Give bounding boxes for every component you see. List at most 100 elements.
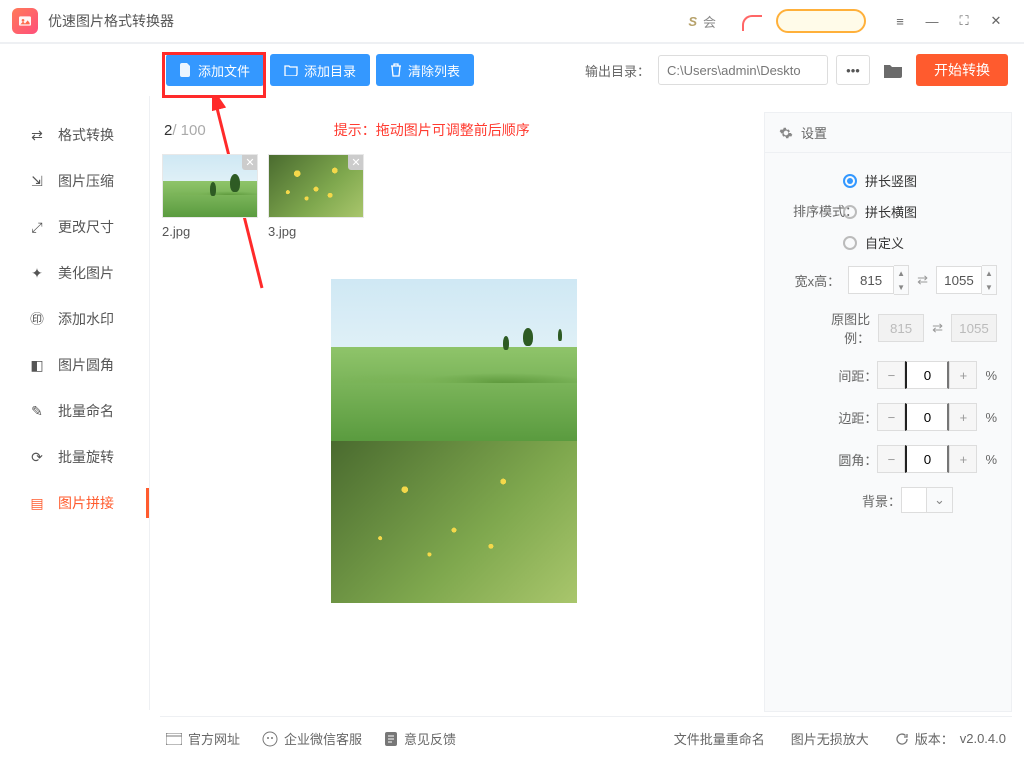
sidebar-item-4[interactable]: ㊞添加水印 <box>0 296 149 342</box>
browse-button[interactable]: ••• <box>836 55 870 85</box>
sidebar-label-8: 图片拼接 <box>58 493 114 513</box>
add-folder-label: 添加目录 <box>304 61 356 80</box>
layout-radio-2[interactable]: 自定义 <box>843 233 963 252</box>
thumb-image-0[interactable]: ✕ <box>162 154 258 218</box>
margin-unit: % <box>985 410 997 425</box>
height-spinner[interactable]: ▲▼ <box>936 265 997 295</box>
close-button[interactable]: ✕ <box>980 5 1012 37</box>
menu-button[interactable]: ≡ <box>884 5 916 37</box>
bg-color-dropdown[interactable]: ⌄ <box>927 487 953 513</box>
radius-minus[interactable]: − <box>877 445 905 473</box>
swap-icon[interactable]: ⇄ <box>917 272 928 288</box>
radio-circle-0[interactable] <box>843 174 857 188</box>
lossless-zoom-link[interactable]: 图片无损放大 <box>791 729 869 748</box>
sidebar-item-1[interactable]: ⇲图片压缩 <box>0 158 149 204</box>
sidebar-icon-1: ⇲ <box>28 172 46 190</box>
gap-minus[interactable]: − <box>877 361 905 389</box>
width-input[interactable] <box>848 266 894 294</box>
start-convert-button[interactable]: 开始转换 <box>916 54 1008 86</box>
thumb-0[interactable]: ✕2.jpg <box>162 154 258 239</box>
gap-plus[interactable]: + <box>949 361 977 389</box>
add-file-button[interactable]: 添加文件 <box>166 54 264 86</box>
sidebar-item-2[interactable]: ⤢ 更改尺寸 <box>0 204 149 250</box>
width-up[interactable]: ▲ <box>894 266 908 280</box>
bg-label: 背景： <box>845 491 901 510</box>
bg-row: 背景： ⌄ <box>779 487 997 513</box>
width-down[interactable]: ▼ <box>894 280 908 294</box>
sidebar-item-5[interactable]: ◧ 图片圆角 <box>0 342 149 388</box>
hui-label: 会 <box>703 12 716 31</box>
ratio-h-spinner <box>951 314 997 342</box>
thumb-remove-1[interactable]: ✕ <box>348 154 364 170</box>
sidebar-label-5: 图片圆角 <box>58 355 114 375</box>
radio-circle-2[interactable] <box>843 236 857 250</box>
gap-input[interactable] <box>905 361 949 389</box>
settings-panel: 设置 排序模式： 拼长竖图拼长横图自定义 宽x高： ▲▼ ⇄ ▲▼ 原图比例： … <box>764 112 1012 712</box>
refresh-icon <box>895 732 909 746</box>
thumb-name-1: 3.jpg <box>268 224 364 239</box>
clear-list-button[interactable]: 清除列表 <box>376 54 474 86</box>
site-label: 官方网址 <box>188 729 240 748</box>
thumb-1[interactable]: ✕ 3.jpg <box>268 154 364 239</box>
layout-radio-0[interactable]: 拼长竖图 <box>843 171 963 190</box>
sidebar-icon-2: ⤢ <box>28 218 46 236</box>
height-down[interactable]: ▼ <box>982 280 996 294</box>
thumb-image-1[interactable]: ✕ <box>268 154 364 218</box>
preview-image-2 <box>331 441 577 603</box>
batch-rename-link[interactable]: 文件批量重命名 <box>674 729 765 748</box>
official-site-link[interactable]: 官方网址 <box>166 729 240 748</box>
ratio-w-spinner <box>878 314 924 342</box>
output-dir-label: 输出目录： <box>585 61 650 80</box>
title-mid-badge: S 会 <box>688 12 716 31</box>
sidebar-icon-7: ⟳ <box>28 448 46 466</box>
layout-radio-1[interactable]: 拼长横图 <box>843 202 963 221</box>
wechat-icon <box>262 731 278 747</box>
height-up[interactable]: ▲ <box>982 266 996 280</box>
main-area: 2 / 100 提示：拖动图片可调整前后顺序 ✕2.jpg✕3.jpg <box>160 112 748 712</box>
radio-label-1: 拼长横图 <box>865 202 917 221</box>
wechat-support-link[interactable]: 企业微信客服 <box>262 729 362 748</box>
bg-color-swatch[interactable] <box>901 487 927 513</box>
sidebar-label-2: 更改尺寸 <box>58 217 114 237</box>
sidebar-item-0[interactable]: ⇄ 格式转换 <box>0 112 149 158</box>
gap-row: 间距： − + % <box>779 361 997 389</box>
radius-input[interactable] <box>905 445 949 473</box>
count-current: 2 <box>164 122 172 139</box>
thumbnail-list: ✕2.jpg✕3.jpg <box>160 154 748 239</box>
radius-row: 圆角： − + % <box>779 445 997 473</box>
minimize-button[interactable]: — <box>916 5 948 37</box>
width-spinner[interactable]: ▲▼ <box>848 265 909 295</box>
sidebar-icon-8: ▤ <box>28 494 46 512</box>
margin-row: 边距： − + % <box>779 403 997 431</box>
margin-label: 边距： <box>821 408 877 427</box>
sidebar-icon-0: ⇄ <box>28 126 46 144</box>
sidebar-icon-5: ◧ <box>28 356 46 374</box>
sidebar-item-3[interactable]: ✦美化图片 <box>0 250 149 296</box>
feedback-label: 意见反馈 <box>404 729 456 748</box>
sidebar-item-7[interactable]: ⟳批量旋转 <box>0 434 149 480</box>
sidebar-label-0: 格式转换 <box>58 125 114 145</box>
height-input[interactable] <box>936 266 982 294</box>
margin-minus[interactable]: − <box>877 403 905 431</box>
feedback-link[interactable]: 意见反馈 <box>384 729 456 748</box>
margin-plus[interactable]: + <box>949 403 977 431</box>
radius-plus[interactable]: + <box>949 445 977 473</box>
toolbar: 添加文件 添加目录 清除列表 输出目录： C:\Users\admin\Desk… <box>0 44 1024 96</box>
folder-open-icon <box>883 62 903 78</box>
thumb-remove-0[interactable]: ✕ <box>242 154 258 170</box>
swap-icon-2[interactable]: ⇄ <box>932 320 943 336</box>
open-folder-button[interactable] <box>876 55 910 85</box>
promo-badge[interactable] <box>776 9 866 33</box>
layout-mode-label: 排序模式： <box>793 201 858 220</box>
wh-row: 宽x高： ▲▼ ⇄ ▲▼ <box>779 265 997 295</box>
margin-input[interactable] <box>905 403 949 431</box>
sidebar-item-6[interactable]: ✎批量命名 <box>0 388 149 434</box>
sidebar-item-8[interactable]: ▤ 图片拼接 <box>0 480 149 526</box>
version-value: v2.0.4.0 <box>960 731 1006 746</box>
gear-icon <box>779 126 793 140</box>
output-dir-field[interactable]: C:\Users\admin\Deskto <box>658 55 828 85</box>
version-info[interactable]: 版本： v2.0.4.0 <box>895 729 1006 748</box>
maximize-button[interactable]: ⛶ <box>948 5 980 37</box>
drag-hint: 提示：拖动图片可调整前后顺序 <box>334 120 530 140</box>
add-folder-button[interactable]: 添加目录 <box>270 54 370 86</box>
